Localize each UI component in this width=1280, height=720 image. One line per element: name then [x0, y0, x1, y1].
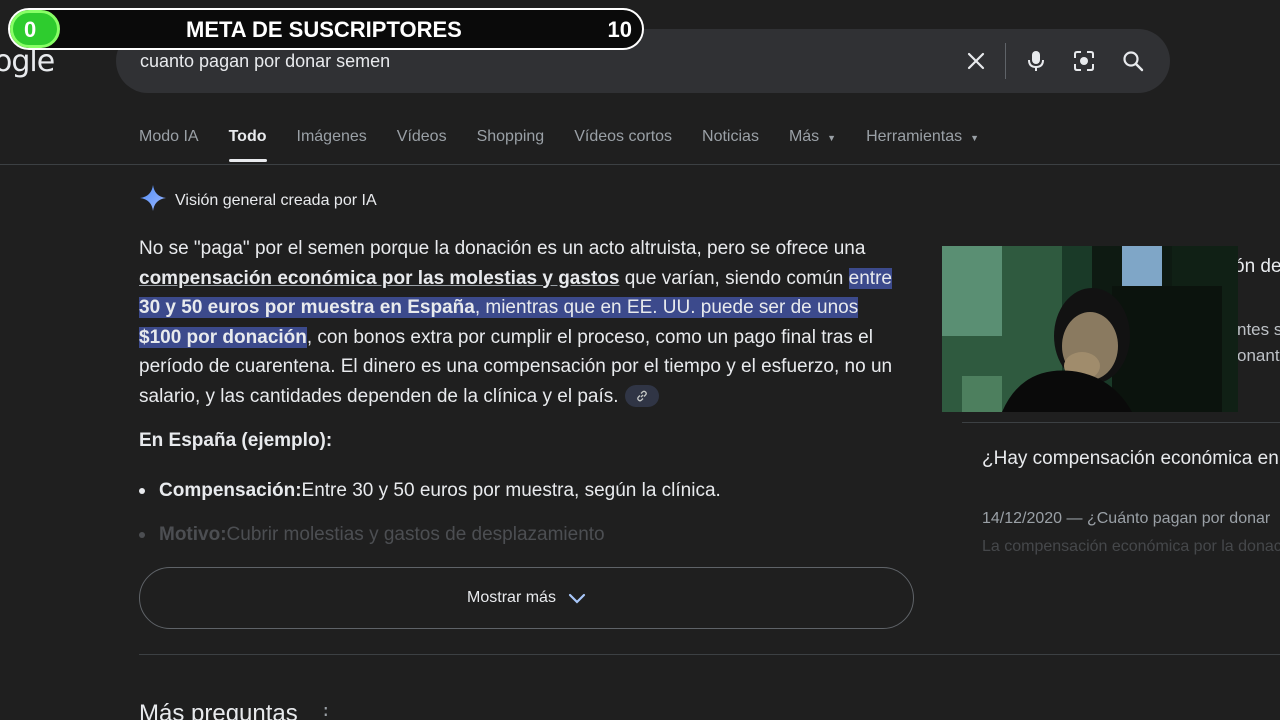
subscriber-goal-bar: 0 META DE SUSCRIPTORES 10 [8, 8, 644, 50]
ai-overview-header: Visión general creada por IA [139, 184, 377, 217]
webcam-overlay [942, 246, 1238, 412]
lens-icon[interactable] [1068, 45, 1100, 77]
goal-end-value: 10 [607, 17, 632, 42]
right-panel-fragment: ntes s [1237, 320, 1280, 339]
caret-down-icon: ▼ [827, 133, 837, 143]
ai-text-part: No se "paga" por el semen porque la dona… [139, 238, 866, 259]
ai-overview-text: No se "paga" por el semen porque la dona… [139, 234, 899, 411]
ai-overview-title: Visión general creada por IA [175, 191, 377, 209]
search-bar-divider [1005, 43, 1006, 79]
section-title-espana: En España (ejemplo): [139, 430, 333, 451]
list-item: Compensación: Entre 30 y 50 euros por mu… [139, 480, 721, 502]
tab-noticias[interactable]: Noticias [702, 128, 759, 164]
related-snippet: 14/12/2020 — ¿Cuánto pagan por donar [982, 510, 1271, 527]
chevron-down-icon [568, 593, 586, 604]
goal-start-value: 0 [24, 17, 37, 42]
more-options-icon[interactable]: ⋮ [316, 702, 336, 720]
right-panel-fragment: onante [1237, 346, 1280, 365]
tab-herramientas[interactable]: Herramientas ▼ [866, 128, 979, 164]
sparkle-icon [139, 184, 167, 217]
bullet-dot [139, 532, 145, 538]
search-tabs: Modo IA Todo Imágenes Vídeos Shopping Ví… [139, 128, 1009, 164]
tabs-divider [0, 164, 1280, 165]
search-input[interactable]: cuanto pagan por donar semen [140, 51, 390, 72]
ai-text-part: que varían, siendo común [619, 267, 849, 289]
right-panel-fragment: ón de [1234, 256, 1280, 277]
mic-icon[interactable] [1020, 45, 1052, 77]
tab-videos-cortos[interactable]: Vídeos cortos [574, 128, 672, 164]
related-snippet: La compensación económica por la donació… [982, 538, 1280, 555]
list-item-faded: Motivo: Cubrir molestias y gastos de des… [139, 524, 605, 546]
bullet-dot [139, 488, 145, 494]
ai-text-emphasis[interactable]: compensación económica por las molestias… [139, 268, 619, 289]
tab-imagenes[interactable]: Imágenes [297, 128, 367, 164]
tab-mas[interactable]: Más ▼ [789, 128, 836, 164]
tab-shopping[interactable]: Shopping [477, 128, 545, 164]
tab-todo[interactable]: Todo [228, 128, 267, 164]
right-panel-divider [962, 422, 1280, 423]
goal-title: META DE SUSCRIPTORES [186, 17, 462, 42]
tab-modo-ia[interactable]: Modo IA [139, 128, 199, 164]
caret-down-icon: ▼ [970, 133, 980, 143]
section-divider [139, 654, 1280, 655]
related-question-link[interactable]: ¿Hay compensación económica en la donaci… [982, 444, 1280, 473]
search-icon[interactable] [1117, 45, 1149, 77]
link-icon[interactable] [624, 385, 659, 408]
tab-videos[interactable]: Vídeos [397, 128, 447, 164]
show-more-button[interactable]: Mostrar más [139, 567, 914, 629]
more-questions-heading: Más preguntas ⋮ [139, 700, 336, 720]
close-icon[interactable] [960, 45, 992, 77]
